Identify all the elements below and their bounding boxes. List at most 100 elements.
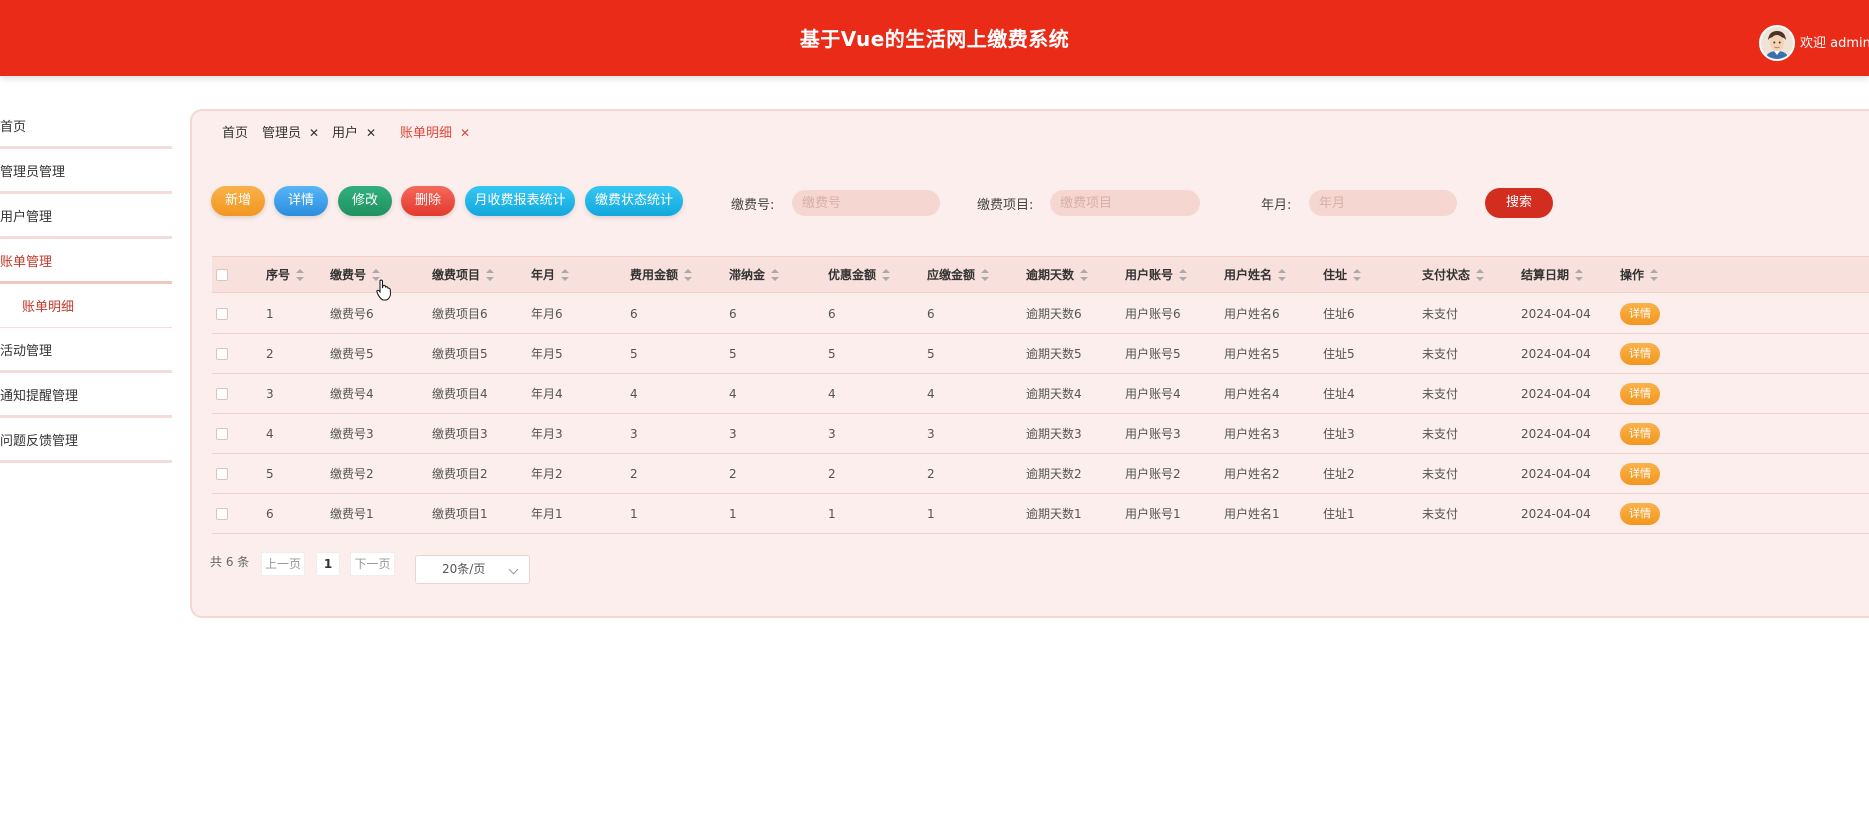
- cell-text: 2024-04-04: [1521, 306, 1591, 321]
- sort-icon[interactable]: [1179, 268, 1188, 281]
- prev-page-button[interactable]: 上一页: [261, 552, 305, 576]
- table-cell: 用户账号5: [1125, 334, 1181, 373]
- sidebar-item-activities[interactable]: 活动管理: [0, 328, 172, 373]
- detail-button[interactable]: 详情: [274, 186, 328, 216]
- tab-bill-details[interactable]: 账单明细 ✕: [400, 122, 470, 141]
- row-checkbox[interactable]: [216, 427, 228, 440]
- table-cell: 未支付: [1422, 454, 1458, 493]
- checkbox[interactable]: [216, 268, 228, 281]
- row-checkbox[interactable]: [216, 347, 228, 360]
- search-button[interactable]: 搜索: [1485, 188, 1553, 218]
- sidebar-item-notifications[interactable]: 通知提醒管理: [0, 373, 172, 418]
- column-header[interactable]: 住址: [1323, 257, 1362, 292]
- page-number[interactable]: 1: [316, 552, 340, 576]
- cell-text: 5: [266, 466, 274, 481]
- delete-button[interactable]: 删除: [401, 186, 455, 216]
- close-icon[interactable]: ✕: [309, 126, 319, 140]
- table-cell: 逾期天数5: [1026, 334, 1082, 373]
- table-row[interactable]: 5 缴费号2 缴费项目2 年月2 2 2 2 2 逾期天数2 用户账号2 用户姓名2 住址2 未支付 20…: [212, 454, 1869, 494]
- sidebar-item-bills[interactable]: 账单管理: [0, 239, 172, 284]
- table-cell: 逾期天数2: [1026, 454, 1082, 493]
- table-row[interactable]: 2 缴费号5 缴费项目5 年月5 5 5 5 5 逾期天数5 用户账号5 用户姓名5 住址5 未支付 20…: [212, 334, 1869, 374]
- column-header[interactable]: 优惠金额: [828, 257, 891, 292]
- sort-icon[interactable]: [882, 268, 891, 281]
- row-detail-button[interactable]: 详情: [1620, 422, 1660, 445]
- sort-icon[interactable]: [561, 268, 570, 281]
- row-checkbox-cell: [216, 374, 228, 413]
- column-header[interactable]: 序号: [266, 257, 305, 292]
- pay-no-label: 缴费号:: [731, 198, 775, 213]
- sidebar-item-feedback[interactable]: 问题反馈管理: [0, 418, 172, 463]
- sort-icon[interactable]: [486, 268, 495, 281]
- row-detail-button[interactable]: 详情: [1620, 462, 1660, 485]
- sidebar-item-users[interactable]: 用户管理: [0, 194, 172, 239]
- sort-icon[interactable]: [1476, 268, 1485, 281]
- page-size-select[interactable]: 20条/页: [415, 555, 530, 584]
- sidebar-subitem-bill-details[interactable]: 账单明细: [0, 284, 172, 328]
- sort-icon[interactable]: [1650, 268, 1659, 281]
- tab-home[interactable]: 首页: [222, 122, 248, 141]
- sidebar-item-admin[interactable]: 管理员管理: [0, 149, 172, 194]
- sort-icon[interactable]: [1575, 268, 1584, 281]
- sort-icon[interactable]: [981, 268, 990, 281]
- row-detail-button[interactable]: 详情: [1620, 382, 1660, 405]
- sort-icon[interactable]: [296, 268, 305, 281]
- sort-icon[interactable]: [771, 268, 780, 281]
- column-header[interactable]: 支付状态: [1422, 257, 1485, 292]
- row-checkbox[interactable]: [216, 387, 228, 400]
- row-detail-button[interactable]: 详情: [1620, 342, 1660, 365]
- column-header[interactable]: 年月: [531, 257, 570, 292]
- close-icon[interactable]: ✕: [366, 126, 376, 140]
- tab-admin[interactable]: 管理员 ✕: [262, 122, 319, 141]
- next-page-button[interactable]: 下一页: [350, 552, 395, 576]
- sort-icon[interactable]: [684, 268, 693, 281]
- table-cell: 用户姓名5: [1224, 334, 1280, 373]
- table-cell: 2024-04-04: [1521, 494, 1591, 533]
- table-row[interactable]: 4 缴费号3 缴费项目3 年月3 3 3 3 3 逾期天数3 用户账号3 用户姓名3 住址3 未支付 20…: [212, 414, 1869, 454]
- row-detail-button[interactable]: 详情: [1620, 302, 1660, 325]
- cell-text: 住址5: [1323, 347, 1355, 361]
- sort-icon[interactable]: [1353, 268, 1362, 281]
- table-cell: 3: [927, 414, 935, 453]
- table-row[interactable]: 1 缴费号6 缴费项目6 年月6 6 6 6 6 逾期天数6 用户账号6 用户姓名6 住址6 未支付 20…: [212, 294, 1869, 334]
- sort-icon[interactable]: [1278, 268, 1287, 281]
- column-header[interactable]: 结算日期: [1521, 257, 1584, 292]
- table-cell: 5: [927, 334, 935, 373]
- add-button[interactable]: 新增: [211, 186, 265, 216]
- table-row[interactable]: 3 缴费号4 缴费项目4 年月4 4 4 4 4 逾期天数4 用户账号4 用户姓名4 住址4 未支付 20…: [212, 374, 1869, 414]
- month-input[interactable]: [1309, 190, 1457, 216]
- column-header[interactable]: 缴费项目: [432, 257, 495, 292]
- table-row[interactable]: 6 缴费号1 缴费项目1 年月1 1 1 1 1 逾期天数1 用户账号1 用户姓名1 住址1 未支付 20…: [212, 494, 1869, 534]
- item-input[interactable]: [1050, 190, 1200, 216]
- column-header[interactable]: 费用金额: [630, 257, 693, 292]
- column-header[interactable]: 操作: [1620, 257, 1659, 292]
- row-checkbox[interactable]: [216, 507, 228, 520]
- edit-button[interactable]: 修改: [338, 186, 392, 216]
- sort-icon[interactable]: [1080, 268, 1089, 281]
- cell-text: 逾期天数5: [1026, 347, 1082, 361]
- cell-text: 用户账号2: [1125, 467, 1181, 481]
- column-header[interactable]: 用户姓名: [1224, 257, 1287, 292]
- cell-text: 2: [828, 466, 836, 481]
- tab-users[interactable]: 用户 ✕: [332, 122, 376, 141]
- cell-text: 缴费号4: [330, 387, 374, 401]
- close-icon[interactable]: ✕: [460, 126, 470, 140]
- row-detail-button[interactable]: 详情: [1620, 502, 1660, 525]
- row-checkbox[interactable]: [216, 467, 228, 480]
- status-stats-button[interactable]: 缴费状态统计: [585, 186, 683, 216]
- column-header[interactable]: 滞纳金: [729, 257, 780, 292]
- tab-label: 账单明细: [400, 126, 453, 141]
- column-header[interactable]: 用户账号: [1125, 257, 1188, 292]
- hand-cursor-icon: [376, 279, 392, 301]
- column-header[interactable]: 缴费号: [330, 257, 381, 292]
- column-header[interactable]: 应缴金额: [927, 257, 990, 292]
- table-cell: 2: [927, 454, 935, 493]
- table-cell: 年月3: [531, 414, 563, 453]
- column-header[interactable]: 逾期天数: [1026, 257, 1089, 292]
- avatar[interactable]: [1759, 25, 1795, 61]
- monthly-stats-button[interactable]: 月收费报表统计: [465, 186, 575, 216]
- sidebar-item-home[interactable]: 首页: [0, 104, 172, 149]
- select-all-checkbox[interactable]: [216, 257, 228, 292]
- pay-no-input[interactable]: [792, 190, 940, 216]
- row-checkbox[interactable]: [216, 307, 228, 320]
